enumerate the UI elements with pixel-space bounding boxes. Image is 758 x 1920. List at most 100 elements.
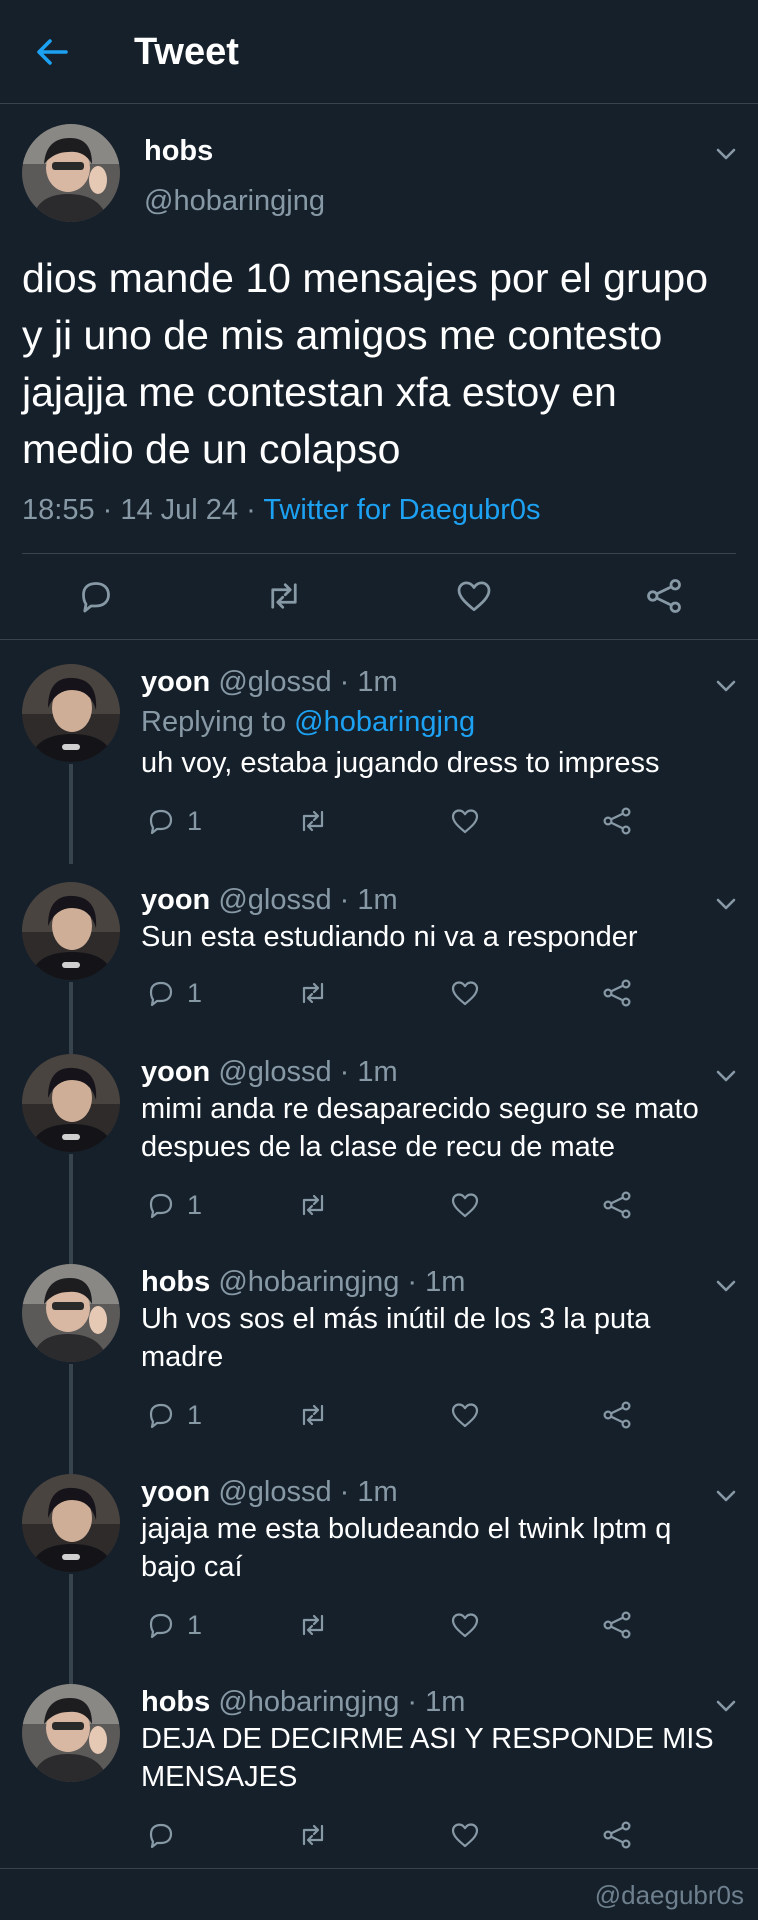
chevron-down-icon[interactable] bbox=[712, 1482, 740, 1510]
chevron-down-icon[interactable] bbox=[712, 890, 740, 918]
reply-count: 1 bbox=[187, 1400, 203, 1430]
tweet-source-link[interactable]: Twitter for Daegubr0s bbox=[263, 494, 540, 526]
like-icon[interactable] bbox=[449, 1189, 481, 1221]
replying-to: Replying to @hobaringjng bbox=[141, 704, 475, 740]
tweet-time: 18:55 bbox=[22, 494, 95, 526]
reply-header: yoon @glossd · 1m bbox=[141, 1474, 398, 1510]
reply-author-handle[interactable]: @glossd bbox=[218, 1476, 331, 1508]
reply-icon[interactable] bbox=[145, 1609, 177, 1641]
reply-icon[interactable] bbox=[145, 1819, 177, 1851]
retweet-icon[interactable] bbox=[297, 805, 329, 837]
tweet-meta: 18:55 · 14 Jul 24 · Twitter for Daegubr0… bbox=[22, 492, 541, 528]
thread-line bbox=[69, 764, 73, 864]
avatar-yoon[interactable] bbox=[22, 1054, 120, 1152]
reply-actions: 1 bbox=[141, 805, 741, 845]
reply-text: Sun esta estudiando ni va a responder bbox=[141, 921, 638, 953]
reply-author-handle[interactable]: @hobaringjng bbox=[218, 1266, 399, 1298]
tweet-date: 14 Jul 24 bbox=[120, 494, 239, 526]
chevron-down-icon[interactable] bbox=[712, 140, 740, 168]
thread-line bbox=[69, 1574, 73, 1684]
reply-time: 1m bbox=[357, 1056, 398, 1088]
reply-text: DEJA DE DECIRME ASI Y RESPONDE MIS MENSA… bbox=[141, 1723, 714, 1793]
reply-text: jajaja me esta boludeando el twink lptm … bbox=[141, 1513, 672, 1583]
share-icon[interactable] bbox=[644, 576, 684, 616]
reply-header: hobs @hobaringjng · 1m bbox=[141, 1684, 465, 1720]
reply-count: 1 bbox=[187, 1610, 203, 1640]
reply-time: 1m bbox=[357, 666, 398, 698]
avatar-yoon[interactable] bbox=[22, 1474, 120, 1572]
avatar-yoon[interactable] bbox=[22, 882, 120, 980]
avatar-yoon[interactable] bbox=[22, 664, 120, 762]
reply-icon[interactable] bbox=[145, 1399, 177, 1431]
reply-author-handle[interactable]: @glossd bbox=[218, 884, 331, 916]
main-tweet: hobs @hobaringjng dios mande 10 mensajes… bbox=[0, 104, 758, 640]
reply-author-name[interactable]: yoon bbox=[141, 1476, 210, 1508]
retweet-icon[interactable] bbox=[297, 1189, 329, 1221]
reply-icon[interactable] bbox=[76, 576, 116, 616]
reply-count: 1 bbox=[187, 1190, 203, 1220]
chevron-down-icon[interactable] bbox=[712, 1272, 740, 1300]
share-icon[interactable] bbox=[601, 1609, 633, 1641]
like-icon[interactable] bbox=[454, 576, 494, 616]
top-bar: Tweet bbox=[0, 0, 758, 104]
author-handle[interactable]: @hobaringjng bbox=[144, 184, 325, 218]
retweet-icon[interactable] bbox=[297, 1609, 329, 1641]
retweet-icon[interactable] bbox=[264, 576, 304, 616]
like-icon[interactable] bbox=[449, 1609, 481, 1641]
reply-actions bbox=[141, 1819, 741, 1859]
like-icon[interactable] bbox=[449, 977, 481, 1009]
reply-text: mimi anda re desaparecido seguro se mato… bbox=[141, 1093, 699, 1163]
share-icon[interactable] bbox=[601, 1399, 633, 1431]
mention-link[interactable]: @hobaringjng bbox=[294, 706, 475, 738]
share-icon[interactable] bbox=[601, 1819, 633, 1851]
reply-author-name[interactable]: yoon bbox=[141, 666, 210, 698]
reply-author-handle[interactable]: @hobaringjng bbox=[218, 1686, 399, 1718]
reply-actions: 1 bbox=[141, 1189, 741, 1229]
meta-separator: · bbox=[331, 1476, 358, 1508]
chevron-down-icon[interactable] bbox=[712, 672, 740, 700]
reply-author-name[interactable]: hobs bbox=[141, 1686, 210, 1718]
reply-count: 1 bbox=[187, 978, 203, 1008]
reply-header: yoon @glossd · 1m bbox=[141, 1054, 398, 1090]
retweet-icon[interactable] bbox=[297, 1819, 329, 1851]
meta-separator: · bbox=[399, 1686, 426, 1718]
reply-author-name[interactable]: yoon bbox=[141, 884, 210, 916]
retweet-icon[interactable] bbox=[297, 1399, 329, 1431]
reply-author-handle[interactable]: @glossd bbox=[218, 1056, 331, 1088]
reply-author-name[interactable]: yoon bbox=[141, 1056, 210, 1088]
avatar-hobs[interactable] bbox=[22, 1684, 120, 1782]
reply-header: yoon @glossd · 1m bbox=[141, 664, 398, 700]
avatar-hobs[interactable] bbox=[22, 124, 120, 222]
share-icon[interactable] bbox=[601, 977, 633, 1009]
chevron-down-icon[interactable] bbox=[712, 1062, 740, 1090]
reply-actions: 1 bbox=[141, 1609, 741, 1649]
reply-actions: 1 bbox=[141, 1399, 741, 1439]
reply-icon[interactable] bbox=[145, 1189, 177, 1221]
like-icon[interactable] bbox=[449, 1399, 481, 1431]
meta-separator: · bbox=[399, 1266, 426, 1298]
reply-author-handle[interactable]: @glossd bbox=[218, 666, 331, 698]
reply-author-name[interactable]: hobs bbox=[141, 1266, 210, 1298]
arrow-left-icon[interactable] bbox=[30, 30, 74, 74]
thread-line bbox=[69, 982, 73, 1058]
divider bbox=[0, 1868, 758, 1869]
meta-separator: · bbox=[94, 494, 121, 526]
like-icon[interactable] bbox=[449, 805, 481, 837]
reply-icon[interactable] bbox=[145, 805, 177, 837]
retweet-icon[interactable] bbox=[297, 977, 329, 1009]
avatar-hobs[interactable] bbox=[22, 1264, 120, 1362]
meta-separator: · bbox=[331, 1056, 358, 1088]
chevron-down-icon[interactable] bbox=[712, 1692, 740, 1720]
reply-text: Uh vos sos el más inútil de los 3 la put… bbox=[141, 1303, 651, 1373]
like-icon[interactable] bbox=[449, 1819, 481, 1851]
thread-line bbox=[69, 1154, 73, 1264]
reply-time: 1m bbox=[425, 1686, 466, 1718]
share-icon[interactable] bbox=[601, 1189, 633, 1221]
reply-icon[interactable] bbox=[145, 977, 177, 1009]
reply-time: 1m bbox=[357, 884, 398, 916]
author-name[interactable]: hobs bbox=[144, 134, 213, 168]
replying-to-label: Replying to bbox=[141, 706, 295, 738]
reply-header: hobs @hobaringjng · 1m bbox=[141, 1264, 465, 1300]
thread-line bbox=[69, 1364, 73, 1474]
share-icon[interactable] bbox=[601, 805, 633, 837]
